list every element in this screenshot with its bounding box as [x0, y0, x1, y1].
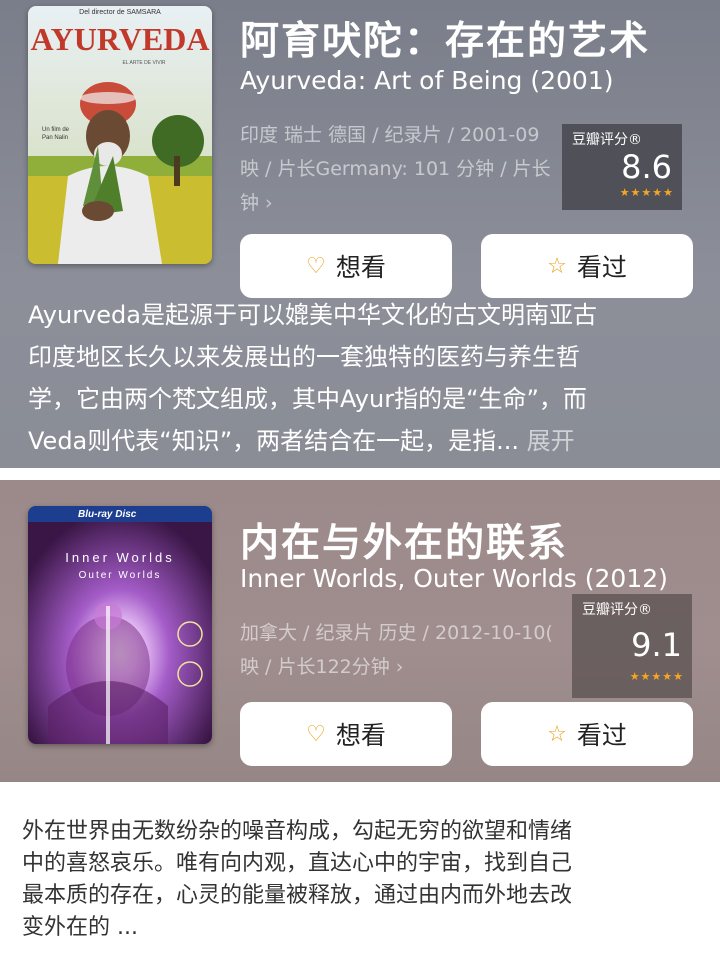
rating-score: 9.1 [631, 626, 682, 664]
douban-rating-box: 豆瓣评分® 8.6 ★★★★★ [562, 124, 682, 210]
poster-subtitle: EL ARTE DE VIVIR [122, 60, 165, 66]
description-line: Veda则代表“知识”，两者结合在一起，是指... 展开 [28, 420, 700, 462]
movie-card-ayurveda[interactable]: Del director de SAMSARA AYURVEDA EL ARTE… [0, 0, 720, 468]
heart-plus-icon: ♡ [306, 721, 326, 747]
poster-top-text: Blu-ray Disc [78, 509, 137, 520]
movie-poster[interactable]: Blu-ray Disc Inner Worlds Outer Worlds [28, 506, 212, 744]
description-line: 外在世界由无数纷杂的噪音构成，勾起无穷的欲望和情绪 [22, 819, 573, 844]
meta-line: 钟 › [240, 192, 273, 214]
douban-rating-box: 豆瓣评分® 9.1 ★★★★★ [572, 594, 692, 698]
want-label: 想看 [335, 253, 386, 282]
description-line: 学，它由两个梵文组成，其中Ayur指的是“生命”，而 [28, 385, 587, 413]
seen-label: 看过 [576, 253, 627, 282]
poster-image: Del director de SAMSARA AYURVEDA EL ARTE… [28, 6, 212, 264]
poster-title: AYURVEDA [30, 21, 209, 57]
rating-stars: ★★★★★ [619, 186, 674, 199]
movie-meta[interactable]: 印度 瑞士 德国 / 纪录片 / 2001-09 映 / 片长Germany: … [240, 118, 570, 220]
movie-title-en: Ayurveda: Art of Being (2001) [240, 66, 614, 95]
movie-description: Ayurveda是起源于可以媲美中华文化的古文明南亚古 印度地区长久以来发展出的… [28, 294, 700, 462]
movie-card-inner-worlds[interactable]: Blu-ray Disc Inner Worlds Outer Worlds 内… [0, 480, 720, 782]
poster-top-text: Del director de SAMSARA [79, 9, 161, 16]
expand-link[interactable]: 展开 [527, 427, 575, 455]
movie-title-en: Inner Worlds, Outer Worlds (2012) [240, 564, 668, 593]
want-to-watch-button[interactable]: ♡ 想看 [240, 234, 452, 298]
want-to-watch-button[interactable]: ♡ 想看 [240, 702, 452, 766]
meta-line: 映 / 片长Germany: 101 分钟 / 片长 [240, 158, 551, 180]
rating-score: 8.6 [621, 148, 672, 186]
want-label: 想看 [335, 721, 386, 750]
description-line: 变外在的 ... [22, 915, 138, 940]
movie-poster[interactable]: Del director de SAMSARA AYURVEDA EL ARTE… [28, 6, 212, 264]
poster-title: Inner Worlds [65, 550, 174, 565]
meta-line: 映 / 片长122分钟 › [240, 656, 404, 678]
movie-title-cn: 阿育吠陀：存在的艺术 [240, 19, 651, 64]
heart-plus-icon: ♡ [306, 253, 326, 279]
watched-button[interactable]: ☆ 看过 [481, 234, 693, 298]
rating-label: 豆瓣评分® [572, 132, 642, 148]
card-separator [0, 468, 720, 480]
movie-description: 外在世界由无数纷杂的噪音构成，勾起无穷的欲望和情绪 中的喜怒哀乐。唯有向内观，直… [22, 816, 702, 944]
movie-meta[interactable]: 加拿大 / 纪录片 历史 / 2012-10-10( 映 / 片长122分钟 › [240, 616, 570, 684]
movie-title-cn: 内在与外在的联系 [240, 521, 569, 566]
description-text: Veda则代表“知识”，两者结合在一起，是指... [28, 427, 527, 455]
meta-line: 印度 瑞士 德国 / 纪录片 / 2001-09 [240, 124, 540, 146]
description-line: 印度地区长久以来发展出的一套独特的医药与养生哲 [28, 343, 580, 371]
description-line: 最本质的存在，心灵的能量被释放，通过由内而外地去改 [22, 883, 573, 908]
rating-label: 豆瓣评分® [582, 602, 652, 618]
meta-line: 加拿大 / 纪录片 历史 / 2012-10-10( [240, 622, 553, 644]
poster-subtitle: Outer Worlds [79, 570, 162, 581]
star-outline-icon: ☆ [547, 721, 567, 747]
description-line: Ayurveda是起源于可以媲美中华文化的古文明南亚古 [28, 301, 597, 329]
seen-label: 看过 [576, 721, 627, 750]
rating-stars: ★★★★★ [629, 670, 684, 683]
star-outline-icon: ☆ [547, 253, 567, 279]
poster-image: Blu-ray Disc Inner Worlds Outer Worlds [28, 506, 212, 744]
description-line: 中的喜怒哀乐。唯有向内观，直达心中的宇宙，找到自己 [22, 851, 573, 876]
watched-button[interactable]: ☆ 看过 [481, 702, 693, 766]
